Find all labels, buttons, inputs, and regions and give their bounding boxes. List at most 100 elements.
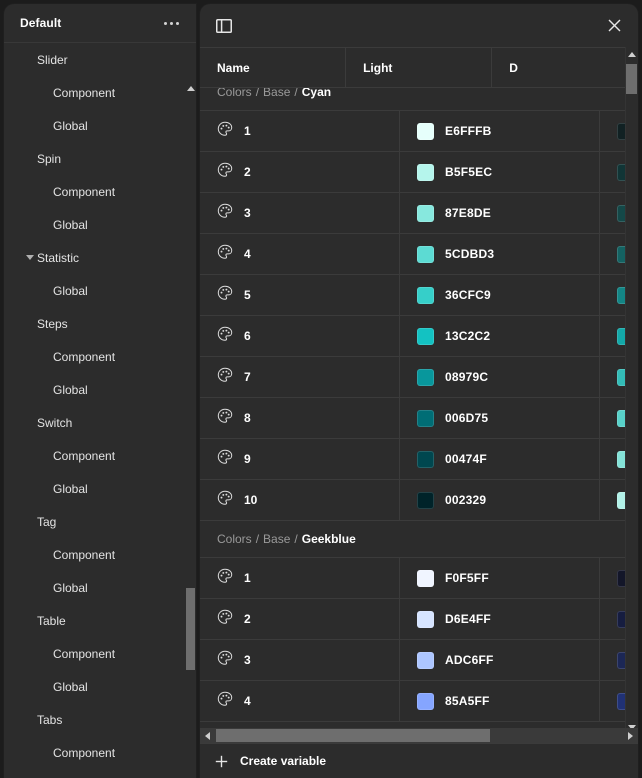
more-horizontal-icon[interactable]: [160, 12, 182, 34]
table-row[interactable]: 5 36CFC9: [200, 275, 638, 316]
chevron-down-icon[interactable]: [26, 255, 34, 260]
panel-horizontal-scrollbar-thumb[interactable]: [216, 729, 490, 742]
color-swatch-light[interactable]: [417, 569, 434, 587]
panel-scroll-right-arrow-icon[interactable]: [623, 728, 638, 743]
sidebar-item-component[interactable]: Component: [4, 340, 196, 373]
cell-light-value[interactable]: 006D75: [400, 398, 600, 438]
sidebar-item-tag[interactable]: Tag: [4, 505, 196, 538]
color-swatch-light[interactable]: [417, 204, 434, 222]
cell-light-value[interactable]: 85A5FF: [400, 681, 600, 721]
sidebar-item-tabs[interactable]: Tabs: [4, 703, 196, 736]
panel-layout-icon[interactable]: [213, 15, 235, 37]
color-swatch-light[interactable]: [417, 327, 434, 345]
panel-scroll-up-arrow-icon[interactable]: [625, 47, 638, 61]
panel-horizontal-scrollbar[interactable]: [200, 728, 638, 743]
sidebar-item-component[interactable]: Component: [4, 637, 196, 670]
panel-vertical-scrollbar[interactable]: [625, 47, 638, 734]
sidebar-item-component[interactable]: Component: [4, 538, 196, 571]
cell-name[interactable]: 3: [200, 193, 400, 233]
table-row[interactable]: 8 006D75: [200, 398, 638, 439]
sidebar-item-global[interactable]: Global: [4, 274, 196, 307]
color-swatch-light[interactable]: [417, 163, 434, 181]
sidebar-item-global[interactable]: Global: [4, 472, 196, 505]
sidebar-nav-list[interactable]: Slider Component Global Spin Component Global…: [4, 43, 196, 778]
cell-light-value[interactable]: E6FFFB: [400, 111, 600, 151]
cell-name[interactable]: 4: [200, 681, 400, 721]
sidebar-item-global[interactable]: Global: [4, 109, 196, 142]
sidebar-item-global[interactable]: Global: [4, 373, 196, 406]
cell-name[interactable]: 1: [200, 558, 400, 598]
table-row[interactable]: 10 002329: [200, 480, 638, 521]
color-swatch-light[interactable]: [417, 610, 434, 628]
sidebar-item-component[interactable]: Component: [4, 175, 196, 208]
sidebar-item-component[interactable]: Component: [4, 76, 196, 109]
table-row[interactable]: 4 5CDBD3: [200, 234, 638, 275]
cell-name[interactable]: 6: [200, 316, 400, 356]
color-swatch-light[interactable]: [417, 692, 434, 710]
cell-name[interactable]: 9: [200, 439, 400, 479]
cell-light-value[interactable]: 002329: [400, 480, 600, 520]
cell-light-value[interactable]: 36CFC9: [400, 275, 600, 315]
sidebar-item-slider[interactable]: Slider: [4, 43, 196, 76]
table-row[interactable]: 7 08979C: [200, 357, 638, 398]
cell-name[interactable]: 3: [200, 640, 400, 680]
cell-name[interactable]: 4: [200, 234, 400, 274]
sidebar-scrollbar-thumb[interactable]: [186, 588, 195, 670]
sidebar-item-component[interactable]: Component: [4, 736, 196, 769]
table-row[interactable]: 3 ADC6FF: [200, 640, 638, 681]
sidebar-item-switch[interactable]: Switch: [4, 406, 196, 439]
cell-light-value[interactable]: 87E8DE: [400, 193, 600, 233]
table-row[interactable]: 1 E6FFFB: [200, 111, 638, 152]
color-swatch-light[interactable]: [417, 245, 434, 263]
table-row[interactable]: 6 13C2C2: [200, 316, 638, 357]
group-breadcrumb: Colors / Base / Geekblue: [200, 521, 638, 558]
cell-name[interactable]: 7: [200, 357, 400, 397]
cell-light-value[interactable]: F0F5FF: [400, 558, 600, 598]
sidebar-item-component[interactable]: Component: [4, 439, 196, 472]
sidebar-item-global[interactable]: Global: [4, 670, 196, 703]
table-row[interactable]: 4 85A5FF: [200, 681, 638, 722]
sidebar-item-steps[interactable]: Steps: [4, 307, 196, 340]
variable-name: 9: [244, 452, 251, 466]
close-icon[interactable]: [602, 14, 626, 38]
cell-name[interactable]: 8: [200, 398, 400, 438]
sidebar-vertical-scrollbar[interactable]: [185, 82, 196, 778]
color-swatch-light[interactable]: [417, 450, 434, 468]
scroll-up-arrow-icon[interactable]: [185, 82, 196, 94]
column-header-light[interactable]: Light: [346, 48, 493, 87]
cell-name[interactable]: 10: [200, 480, 400, 520]
cell-light-value[interactable]: 5CDBD3: [400, 234, 600, 274]
cell-name[interactable]: 1: [200, 111, 400, 151]
table-row[interactable]: 2 B5F5EC: [200, 152, 638, 193]
column-header-dark[interactable]: D: [492, 48, 638, 87]
color-swatch-light[interactable]: [417, 491, 434, 509]
table-row[interactable]: 1 F0F5FF: [200, 558, 638, 599]
cell-light-value[interactable]: 00474F: [400, 439, 600, 479]
panel-scroll-left-arrow-icon[interactable]: [200, 728, 215, 743]
cell-light-value[interactable]: B5F5EC: [400, 152, 600, 192]
cell-light-value[interactable]: 08979C: [400, 357, 600, 397]
color-swatch-light[interactable]: [417, 286, 434, 304]
cell-light-value[interactable]: ADC6FF: [400, 640, 600, 680]
sidebar-item-global[interactable]: Global: [4, 208, 196, 241]
color-swatch-light[interactable]: [417, 409, 434, 427]
create-variable-button[interactable]: Create variable: [214, 754, 326, 768]
sidebar-item-spin[interactable]: Spin: [4, 142, 196, 175]
table-row[interactable]: 3 87E8DE: [200, 193, 638, 234]
cell-name[interactable]: 2: [200, 599, 400, 639]
panel-vertical-scrollbar-thumb[interactable]: [626, 64, 637, 94]
color-swatch-light[interactable]: [417, 368, 434, 386]
cell-name[interactable]: 2: [200, 152, 400, 192]
sidebar-item-statistic[interactable]: Statistic: [4, 241, 196, 274]
cell-name[interactable]: 5: [200, 275, 400, 315]
table-row[interactable]: 2 D6E4FF: [200, 599, 638, 640]
table-row[interactable]: 9 00474F: [200, 439, 638, 480]
cell-light-value[interactable]: D6E4FF: [400, 599, 600, 639]
sidebar-item-global[interactable]: Global: [4, 571, 196, 604]
column-header-name[interactable]: Name: [200, 48, 347, 87]
sidebar-item-table[interactable]: Table: [4, 604, 196, 637]
color-swatch-light[interactable]: [417, 651, 434, 669]
cell-light-value[interactable]: 13C2C2: [400, 316, 600, 356]
table-body[interactable]: Colors / Base / Cyan 1 E6FFFB 2 B5F5EC 3 87E8DE 4 5C…: [200, 88, 638, 734]
color-swatch-light[interactable]: [417, 122, 434, 140]
